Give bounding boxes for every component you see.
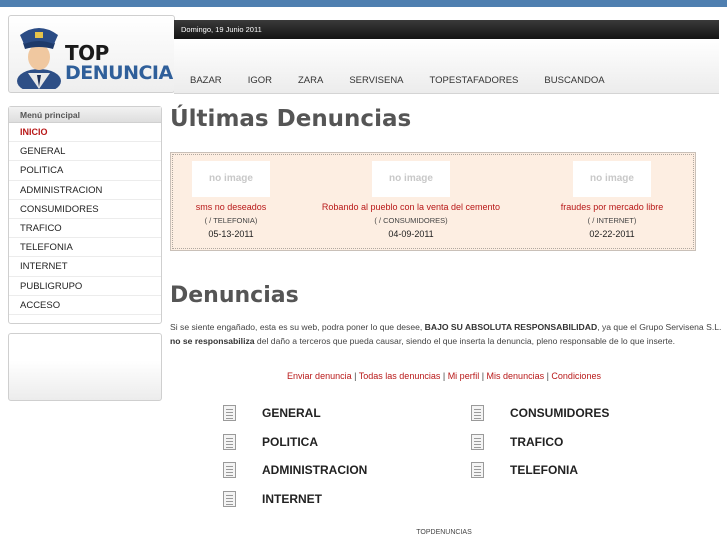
- card-title-link[interactable]: Robando al pueblo con la venta del cemen…: [311, 202, 511, 212]
- category-label: INTERNET: [262, 492, 322, 506]
- date-bar: Domingo, 19 Junio 2011: [174, 20, 719, 39]
- site-logo[interactable]: TOP DENUNCIAS: [8, 15, 186, 93]
- intro-bold-part: BAJO SU ABSOLUTA RESPONSABILIDAD: [424, 322, 598, 332]
- card-date: 04-09-2011: [388, 229, 434, 239]
- no-image-placeholder[interactable]: no image: [192, 161, 270, 197]
- link-separator: |: [351, 371, 359, 381]
- document-icon: [223, 491, 236, 507]
- intro-text-part: del daño a terceros que pueda causar, si…: [254, 336, 675, 346]
- card-category: ( / INTERNET): [587, 216, 637, 225]
- category-label: TELEFONIA: [510, 463, 578, 477]
- nav-item-igor[interactable]: IGOR: [248, 75, 272, 86]
- main-menu-title: Menú principal: [9, 107, 161, 123]
- latest-card: no image sms no deseados ( / TELEFONIA) …: [131, 161, 331, 239]
- intro-bold-part: no se responsabiliza: [170, 336, 255, 346]
- nav-item-buscandoa[interactable]: BUSCANDOA: [544, 75, 604, 86]
- category-internet[interactable]: INTERNET: [223, 491, 322, 507]
- category-general[interactable]: GENERAL: [223, 405, 321, 421]
- document-icon: [223, 462, 236, 478]
- category-politica[interactable]: POLITICA: [223, 434, 318, 450]
- category-label: TRAFICO: [510, 435, 564, 449]
- action-links: Enviar denuncia | Todas las denuncias | …: [170, 371, 718, 381]
- card-title-link[interactable]: fraudes por mercado libre: [512, 202, 712, 212]
- document-icon: [223, 434, 236, 450]
- menu-item-general[interactable]: GENERAL: [9, 142, 161, 162]
- intro-text: Si se siente engañado, esta es su web, p…: [170, 320, 722, 348]
- menu-item-inicio[interactable]: INICIO: [9, 123, 161, 143]
- current-date: Domingo, 19 Junio 2011: [181, 25, 262, 34]
- menu-item-publigrupo[interactable]: PUBLIGRUPO: [9, 277, 161, 296]
- category-administracion[interactable]: ADMINISTRACION: [223, 462, 367, 478]
- top-navigation: BAZAR IGOR ZARA SERVISENA TOPESTAFADORES…: [174, 39, 719, 94]
- denuncias-heading: Denuncias: [170, 283, 299, 308]
- category-label: POLITICA: [262, 435, 318, 449]
- latest-denuncias-box: no image sms no deseados ( / TELEFONIA) …: [170, 152, 696, 251]
- link-todas-denuncias[interactable]: Todas las denuncias: [359, 371, 441, 381]
- document-icon: [471, 434, 484, 450]
- category-trafico[interactable]: TRAFICO: [471, 434, 563, 450]
- document-icon: [223, 405, 236, 421]
- intro-text-part: Si se siente engañado, esta es su web, p…: [170, 322, 425, 332]
- menu-item-acceso[interactable]: ACCESO: [9, 296, 161, 315]
- latest-card: no image fraudes por mercado libre ( / I…: [512, 161, 712, 239]
- category-label: ADMINISTRACION: [262, 463, 368, 477]
- nav-item-zara[interactable]: ZARA: [298, 75, 323, 86]
- category-consumidores[interactable]: CONSUMIDORES: [471, 405, 609, 421]
- category-telefonia[interactable]: TELEFONIA: [471, 462, 578, 478]
- menu-item-telefonia[interactable]: TELEFONIA: [9, 238, 161, 258]
- top-stripe: [0, 0, 727, 7]
- card-date: 05-13-2011: [208, 229, 254, 239]
- link-enviar-denuncia[interactable]: Enviar denuncia: [287, 371, 352, 381]
- police-officer-icon: [17, 28, 61, 89]
- nav-item-servisena[interactable]: SERVISENA: [349, 75, 403, 86]
- card-category: ( / CONSUMIDORES): [374, 216, 448, 225]
- document-icon: [471, 462, 484, 478]
- link-condiciones[interactable]: Condiciones: [551, 371, 601, 381]
- link-separator: |: [479, 371, 487, 381]
- link-mi-perfil[interactable]: Mi perfil: [448, 371, 480, 381]
- card-title-link[interactable]: sms no deseados: [131, 202, 331, 212]
- no-image-placeholder[interactable]: no image: [573, 161, 651, 197]
- nav-item-bazar[interactable]: BAZAR: [190, 75, 222, 86]
- category-label: GENERAL: [262, 406, 321, 420]
- link-separator: |: [440, 371, 448, 381]
- footer-text: TOPDENUNCIAS: [416, 529, 472, 536]
- latest-card: no image Robando al pueblo con la venta …: [311, 161, 511, 239]
- card-category: ( / TELEFONIA): [204, 216, 258, 225]
- nav-item-topestafadores[interactable]: TOPESTAFADORES: [430, 75, 519, 86]
- sidebar-empty-box: [8, 333, 162, 401]
- no-image-placeholder[interactable]: no image: [372, 161, 450, 197]
- link-mis-denuncias[interactable]: Mis denuncias: [487, 371, 545, 381]
- latest-heading: Últimas Denuncias: [170, 106, 412, 132]
- nav-items: BAZAR IGOR ZARA SERVISENA TOPESTAFADORES…: [190, 75, 631, 86]
- intro-text-part: , ya que el Grupo Servisena S.L.: [597, 322, 722, 332]
- menu-item-internet[interactable]: INTERNET: [9, 257, 161, 277]
- card-date: 02-22-2011: [589, 229, 635, 239]
- category-label: CONSUMIDORES: [510, 406, 610, 420]
- logo-text-bottom: DENUNCIAS: [65, 62, 186, 84]
- document-icon: [471, 405, 484, 421]
